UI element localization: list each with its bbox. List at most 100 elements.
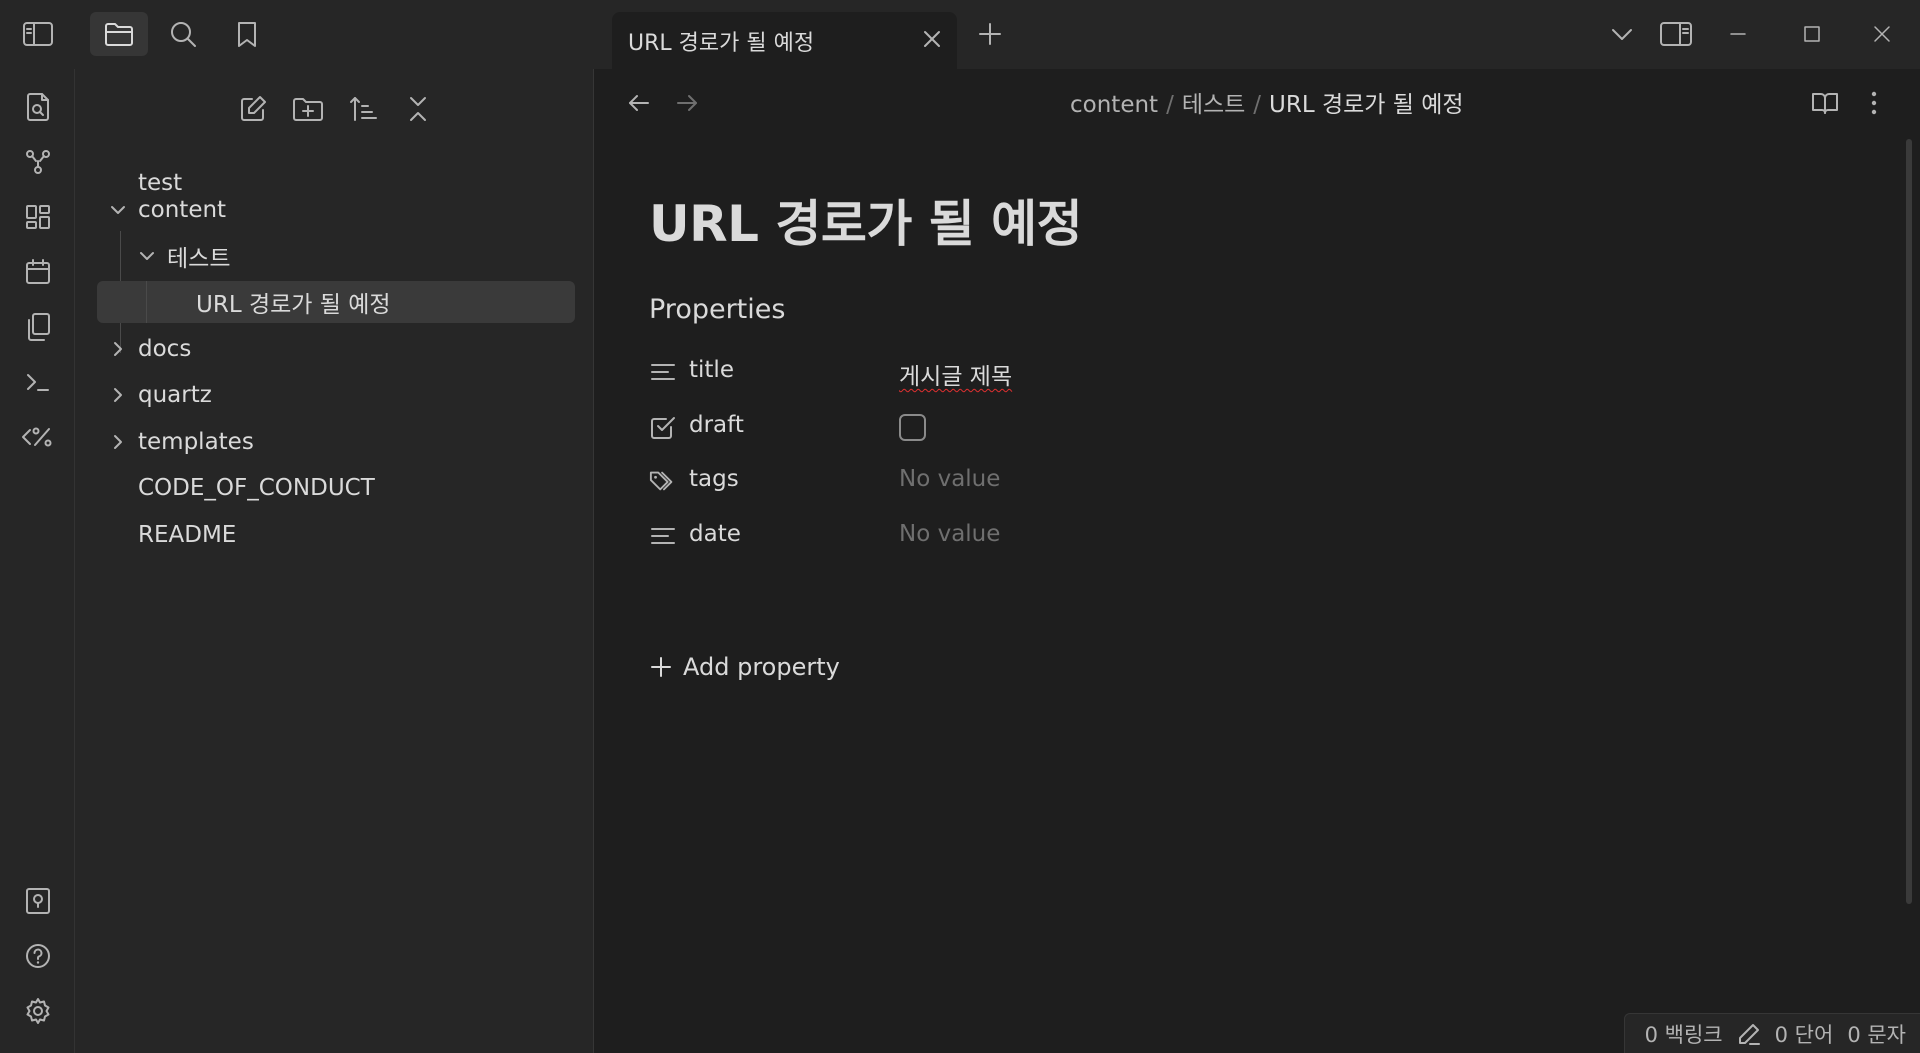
tree-item-label: templates <box>138 429 254 455</box>
help-button[interactable] <box>16 934 60 978</box>
new-note-button[interactable] <box>231 87 275 131</box>
bookmarks-button[interactable] <box>218 12 276 56</box>
edit-icon <box>241 96 266 121</box>
word-count: 0 단어 <box>1774 1022 1834 1047</box>
vault-switcher-button[interactable] <box>16 879 60 923</box>
chevron-right-icon <box>114 342 122 356</box>
property-key[interactable]: date <box>689 521 741 547</box>
plus-icon <box>651 657 671 677</box>
backlinks-count[interactable]: 0 백링크 <box>1645 1019 1723 1049</box>
tags-icon[interactable] <box>649 467 677 495</box>
editor-scrollbar[interactable] <box>1906 139 1912 904</box>
sidebar-toggle-icon <box>23 22 53 46</box>
folder-toggle-content[interactable] <box>108 200 128 220</box>
sort-order-button[interactable] <box>341 87 385 131</box>
forward-button[interactable] <box>667 83 707 123</box>
arrow-left-icon <box>629 95 649 111</box>
editor-pane: content / 테스트 / URL 경로가 될 예정 URL 경로가 될 예정 Pr… <box>595 69 1920 1053</box>
tree-item-readme[interactable]: README <box>138 514 236 556</box>
tree-folder-docs[interactable]: docs <box>138 328 191 370</box>
tree-item-label: 테스트 <box>167 246 231 272</box>
help-icon <box>26 944 50 968</box>
sort-ascending-icon <box>350 97 377 121</box>
new-tab-button[interactable] <box>968 12 1012 56</box>
gear-icon <box>26 998 50 1024</box>
back-button[interactable] <box>619 83 659 123</box>
chevron-down-icon <box>140 252 154 260</box>
reading-view-button[interactable] <box>1805 83 1845 123</box>
property-row-draft: draft <box>649 405 1349 449</box>
graph-view-button[interactable] <box>16 140 60 184</box>
more-options-button[interactable] <box>1854 83 1894 123</box>
maximize-button[interactable] <box>1790 12 1834 56</box>
tree-item-label: docs <box>138 336 192 362</box>
search-button[interactable] <box>154 12 212 56</box>
breadcrumb-separator: / <box>1253 92 1262 118</box>
tab-list-button[interactable] <box>1600 12 1644 56</box>
right-sidebar-icon <box>1660 22 1692 46</box>
text-lines-icon[interactable] <box>649 358 677 386</box>
settings-button[interactable] <box>16 989 60 1033</box>
close-icon <box>1874 26 1890 42</box>
minimize-icon <box>1730 33 1746 35</box>
properties-heading[interactable]: Properties <box>649 294 785 325</box>
arrow-right-icon <box>677 95 697 111</box>
tree-folder-test-ko[interactable]: 테스트 <box>167 235 230 277</box>
file-explorer: test content 테스트 URL 경로가 될 예정 docs quart… <box>75 69 594 1053</box>
tab-title: URL 경로가 될 예정 <box>628 31 815 56</box>
property-key[interactable]: draft <box>689 412 744 438</box>
vault-icon <box>26 888 50 914</box>
property-value[interactable]: 게시글 제목 <box>899 357 1012 391</box>
new-folder-button[interactable] <box>286 87 330 131</box>
folder-toggle-docs[interactable] <box>108 339 128 359</box>
tree-item-label: quartz <box>138 382 212 408</box>
tree-item-label: URL 경로가 될 예정 <box>196 292 391 318</box>
add-property-label: Add property <box>683 653 840 681</box>
tab-active[interactable]: URL 경로가 될 예정 <box>612 12 957 69</box>
breadcrumb-item[interactable]: content <box>1070 92 1158 118</box>
daily-note-button[interactable] <box>16 250 60 294</box>
collapse-all-button[interactable] <box>396 87 440 131</box>
quick-switcher-button[interactable] <box>16 85 60 129</box>
plus-icon <box>979 23 1001 45</box>
tree-folder-quartz[interactable]: quartz <box>138 374 212 416</box>
text-lines-icon[interactable] <box>649 522 677 550</box>
tree-folder-content[interactable]: content <box>138 189 226 231</box>
folder-toggle-quartz[interactable] <box>108 385 128 405</box>
property-key[interactable]: tags <box>689 466 739 492</box>
folder-toggle-templates[interactable] <box>108 432 128 452</box>
templates-button[interactable] <box>16 305 60 349</box>
templater-icon <box>22 427 52 447</box>
breadcrumb-current[interactable]: URL 경로가 될 예정 <box>1269 92 1464 118</box>
chevron-right-icon <box>114 435 122 449</box>
pencil-icon[interactable] <box>1737 1022 1761 1046</box>
chevron-down-icon <box>111 206 125 214</box>
canvas-button[interactable] <box>16 195 60 239</box>
breadcrumb-item[interactable]: 테스트 <box>1182 92 1245 118</box>
property-value-empty[interactable]: No value <box>899 466 1000 492</box>
tree-item-label: content <box>138 197 227 223</box>
draft-checkbox[interactable] <box>899 414 926 441</box>
file-search-icon <box>27 93 49 121</box>
templater-button[interactable] <box>16 415 60 459</box>
window-close-button[interactable] <box>1860 12 1904 56</box>
minimize-button[interactable] <box>1716 12 1760 56</box>
book-open-icon <box>1812 93 1838 114</box>
ribbon <box>0 69 75 1053</box>
checkbox-icon[interactable] <box>649 413 677 441</box>
tree-item-current-note[interactable]: URL 경로가 될 예정 <box>97 281 575 323</box>
note-title[interactable]: URL 경로가 될 예정 <box>649 184 1083 256</box>
folder-toggle-test-ko[interactable] <box>137 246 157 266</box>
property-key[interactable]: title <box>689 357 734 383</box>
tree-item-code-of-conduct[interactable]: CODE_OF_CONDUCT <box>138 467 375 509</box>
close-icon <box>924 31 940 47</box>
calendar-icon <box>26 259 50 284</box>
files-tab-button[interactable] <box>90 12 148 56</box>
command-palette-button[interactable] <box>16 360 60 404</box>
tree-folder-templates[interactable]: templates <box>138 421 254 463</box>
property-value-empty[interactable]: No value <box>899 521 1000 547</box>
toggle-sidebar-button[interactable] <box>9 12 67 56</box>
toggle-right-sidebar-button[interactable] <box>1654 12 1698 56</box>
tab-close-button[interactable] <box>917 24 947 54</box>
add-property-button[interactable]: Add property <box>649 647 840 687</box>
